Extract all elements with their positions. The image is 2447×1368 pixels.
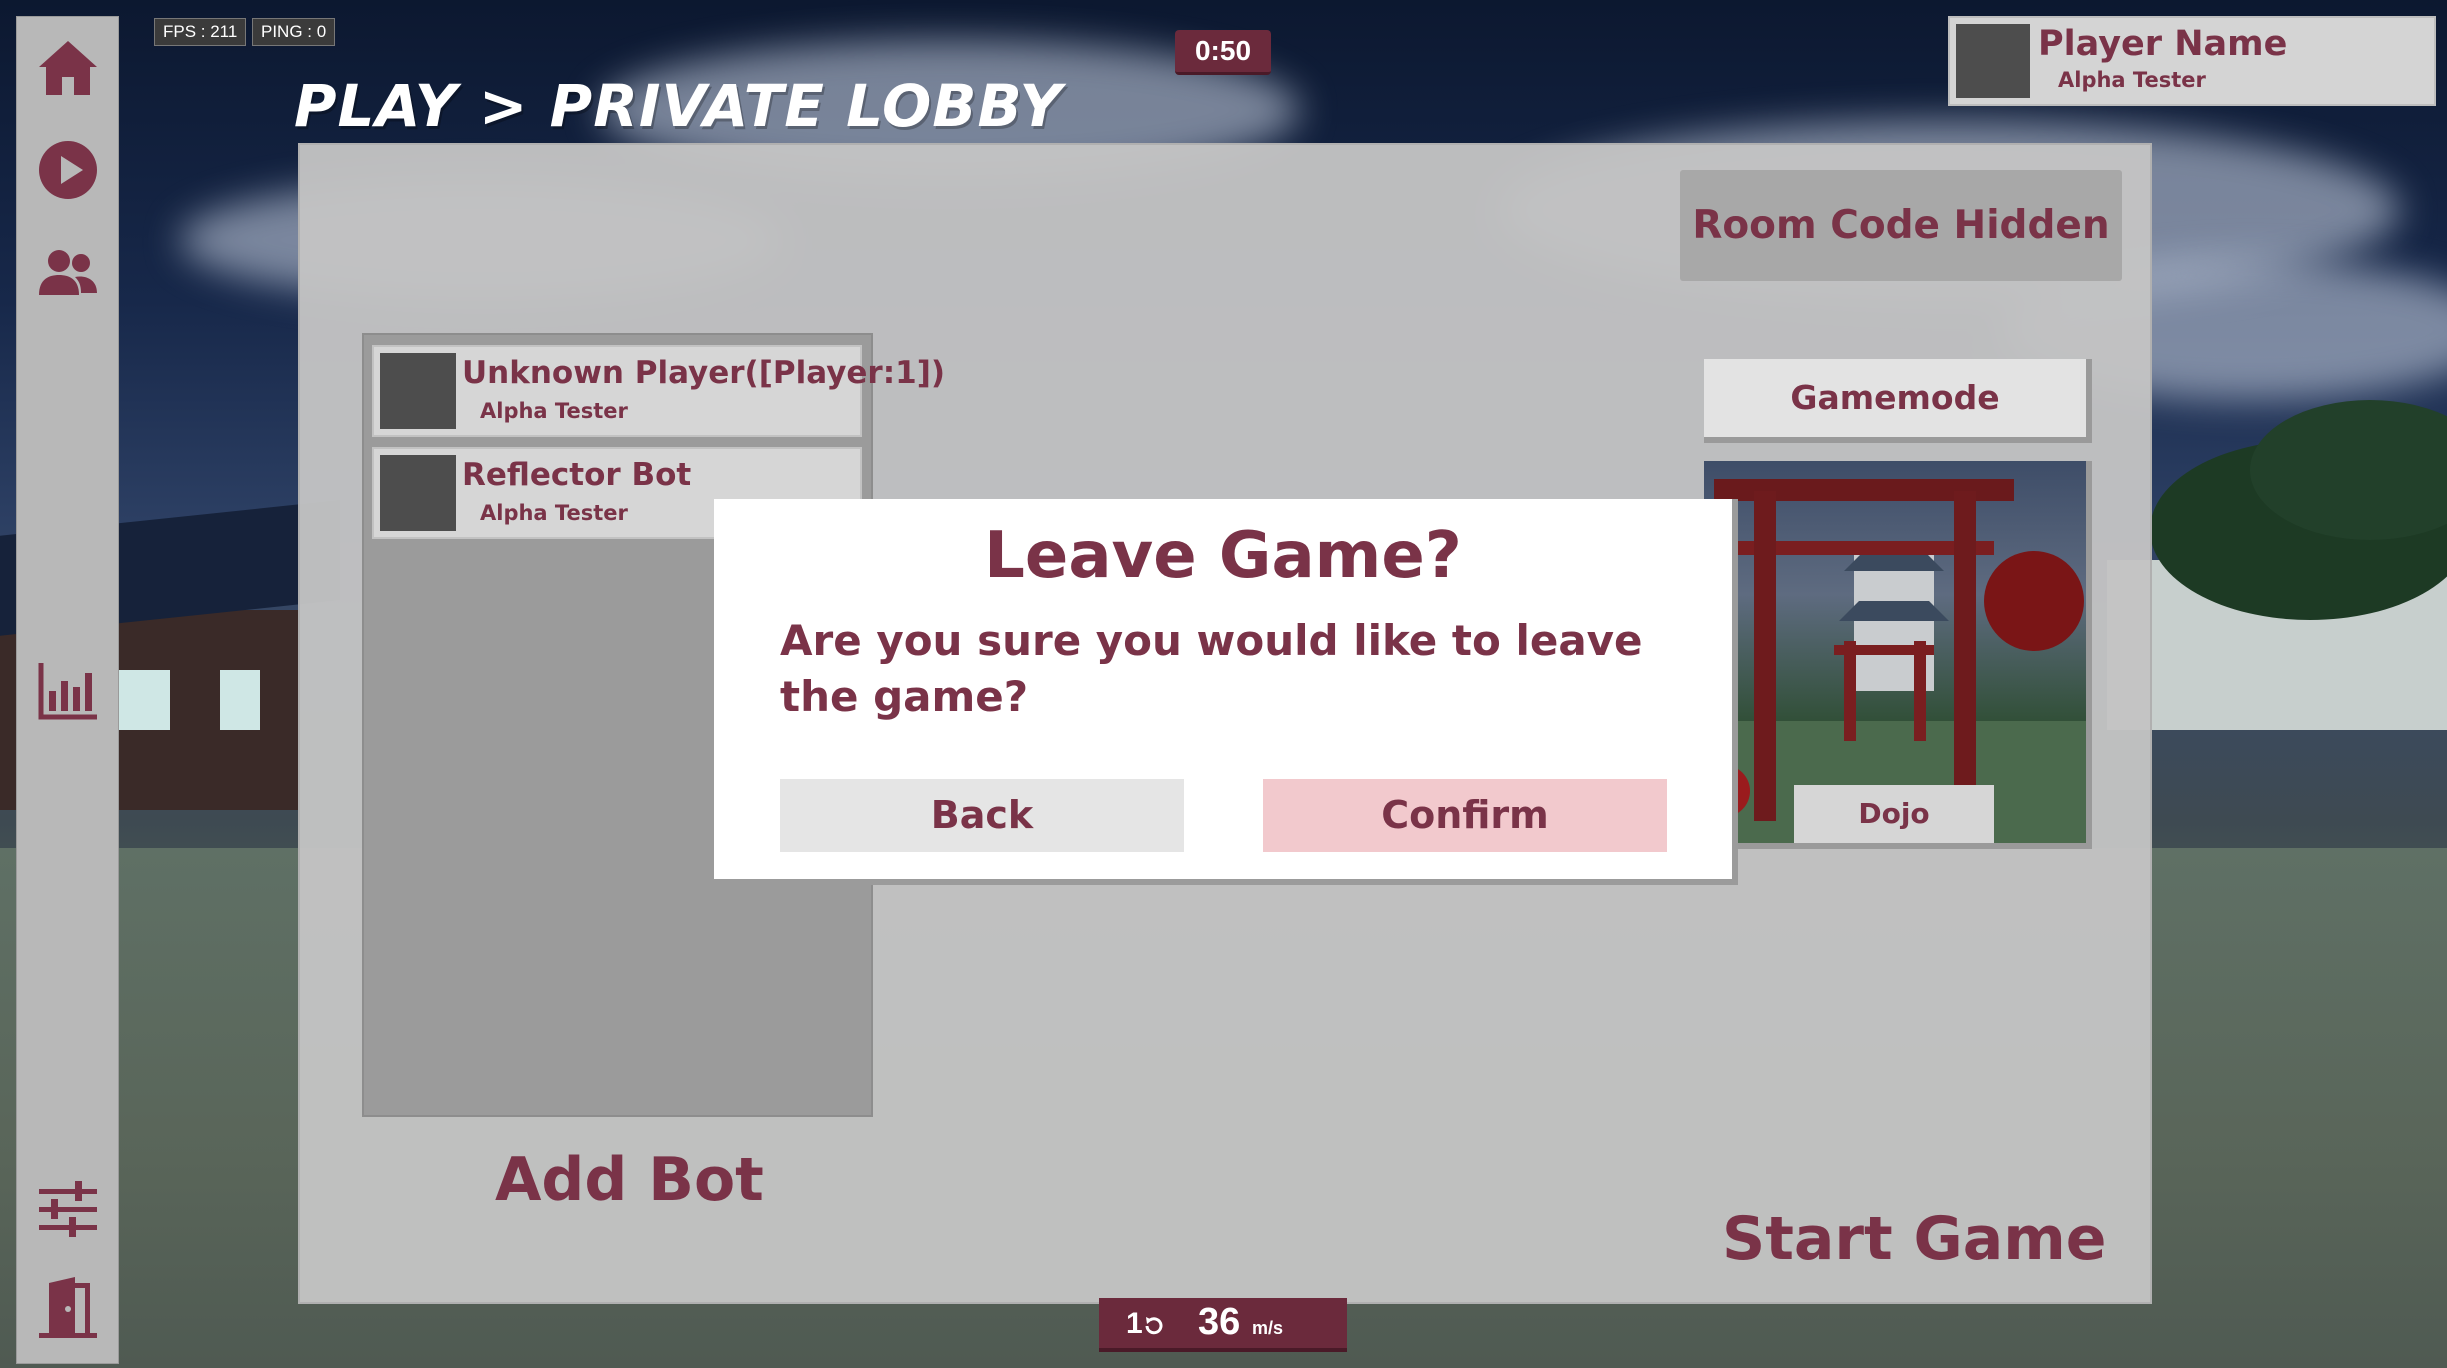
- avatar: [1956, 24, 2030, 98]
- rotate-ccw-icon: [1145, 1317, 1163, 1335]
- speed-value: 36: [1198, 1301, 1241, 1343]
- room-code-button[interactable]: Room Code Hidden: [1680, 170, 2122, 281]
- users-icon[interactable]: [35, 239, 101, 305]
- player-profile-card[interactable]: Player Name Alpha Tester: [1948, 16, 2436, 106]
- match-timer: 0:50: [1175, 30, 1271, 75]
- bar-chart-icon[interactable]: [35, 657, 101, 723]
- player-row-title: Alpha Tester: [480, 399, 628, 423]
- breadcrumb: PLAY > PRIVATE LOBBY: [294, 72, 1063, 140]
- play-icon[interactable]: [35, 137, 101, 203]
- player-title: Alpha Tester: [2058, 68, 2206, 92]
- speed-unit: m/s: [1252, 1318, 1284, 1338]
- list-item[interactable]: Unknown Player([Player:1]) Alpha Tester: [372, 345, 945, 437]
- sliders-icon[interactable]: [35, 1177, 101, 1243]
- home-icon[interactable]: [35, 35, 101, 101]
- player-name: Player Name: [2038, 24, 2288, 64]
- start-game-button[interactable]: Start Game: [1722, 1204, 2107, 1274]
- confirm-button[interactable]: Confirm: [1263, 779, 1667, 852]
- player-row-title: Alpha Tester: [480, 501, 628, 525]
- exit-door-icon[interactable]: [35, 1275, 101, 1341]
- player-row-name: Unknown Player([Player:1]): [462, 355, 946, 391]
- back-button[interactable]: Back: [780, 779, 1184, 852]
- rotation-count: 1: [1126, 1307, 1143, 1340]
- dialog-title: Leave Game?: [984, 519, 1462, 593]
- fps-counter: FPS : 211: [154, 18, 247, 46]
- ping-counter: PING : 0: [252, 18, 336, 46]
- dialog-message: Are you sure you would like to leave the…: [780, 616, 1643, 721]
- add-bot-button[interactable]: Add Bot: [495, 1145, 764, 1215]
- avatar: [380, 455, 456, 531]
- leave-game-dialog: Leave Game? Are you sure you would like …: [714, 499, 1738, 885]
- gamemode-button[interactable]: Gamemode: [1704, 359, 2092, 443]
- avatar: [380, 353, 456, 429]
- speed-indicator: 1 36 m/s: [1099, 1298, 1347, 1352]
- map-preview[interactable]: Dojo: [1704, 461, 2092, 849]
- player-row-name: Reflector Bot: [462, 457, 692, 493]
- sidebar: [16, 16, 119, 1364]
- map-name-label: Dojo: [1794, 785, 1994, 843]
